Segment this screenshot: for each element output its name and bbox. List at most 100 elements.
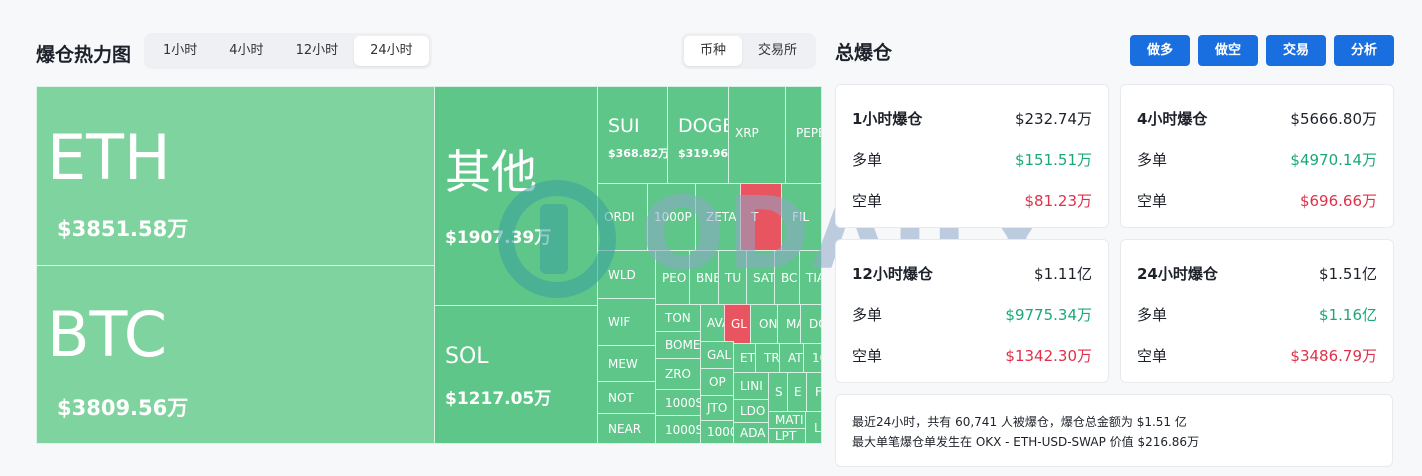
tile-gl[interactable]: GL: [724, 304, 751, 344]
tab-12h[interactable]: 12小时: [280, 36, 355, 66]
long-button[interactable]: 做多: [1130, 35, 1190, 66]
tile-mati-name: MATI: [775, 413, 804, 427]
tile-tr[interactable]: TR: [755, 343, 780, 373]
tile-eth-value: $3851.58万: [57, 217, 189, 241]
liquidation-page: 爆仓热力图 1小时 4小时 12小时 24小时 币种 交易所 ETH $3851…: [0, 0, 1422, 476]
tile-sol-name: SOL: [445, 344, 489, 369]
tile-bome-name: BOME: [665, 338, 701, 352]
tile-eth[interactable]: ETH $3851.58万: [36, 86, 435, 266]
total-liquidation-title: 总爆仓: [835, 42, 893, 64]
tile-gal[interactable]: GAL: [700, 341, 734, 369]
tile-mew[interactable]: MEW: [597, 345, 656, 382]
tile-peo-name: PEO: [662, 270, 687, 285]
tile-gal-name: GAL: [707, 348, 732, 362]
tile-1000s[interactable]: 1000S: [655, 389, 701, 416]
tile-mati[interactable]: MATI: [768, 411, 806, 429]
tile-doge[interactable]: DOGE $319.96万: [667, 86, 729, 184]
card-24h-title: 24小时爆仓: [1137, 265, 1218, 283]
summary-line-2: 最大单笔爆仓单发生在 OKX - ETH-USD-SWAP 价值 $216.86…: [852, 435, 1200, 449]
tile-et[interactable]: ET: [733, 343, 756, 373]
tab-24h[interactable]: 24小时: [354, 36, 429, 66]
tile-xrp[interactable]: XRP: [728, 86, 786, 184]
tile-s[interactable]: S: [768, 372, 788, 412]
tile-l[interactable]: L: [805, 411, 822, 444]
tile-pepe[interactable]: PEPE: [785, 86, 822, 184]
tile-bnb[interactable]: BNB: [689, 250, 719, 305]
card-1h-short-label: 空单: [852, 192, 883, 210]
tile-zro[interactable]: ZRO: [655, 358, 701, 390]
tile-other[interactable]: 其他 $1907.39万: [434, 86, 598, 306]
tile-bc-name: BC: [781, 270, 798, 285]
tile-1000[interactable]: 1000: [700, 420, 734, 444]
tile-lin-name: LINI: [740, 379, 763, 393]
tab-1h[interactable]: 1小时: [147, 36, 213, 66]
tab-4h[interactable]: 4小时: [213, 36, 279, 66]
heatmap-title: 爆仓热力图: [36, 44, 132, 66]
tile-t[interactable]: T: [740, 183, 782, 251]
tile-at[interactable]: AT: [779, 343, 804, 373]
tile-e[interactable]: E: [787, 372, 807, 412]
card-4h-total: $5666.80万: [1290, 110, 1377, 128]
group-by-switch: 币种 交易所: [681, 33, 817, 69]
tile-sol-value: $1217.05万: [445, 389, 552, 409]
tile-ada[interactable]: ADA: [733, 422, 769, 444]
tile-sat[interactable]: SAT: [746, 250, 775, 305]
card-24h-short-label: 空单: [1137, 347, 1168, 365]
tile-e-name: E: [794, 385, 802, 399]
tile-ava[interactable]: AVA: [700, 304, 725, 342]
trade-button[interactable]: 交易: [1266, 35, 1326, 66]
tile-et-name: ET: [740, 351, 755, 365]
tile-tia[interactable]: TIA: [799, 250, 822, 305]
card-24h-total: $1.51亿: [1319, 265, 1377, 283]
tile-ma[interactable]: MA: [777, 304, 801, 344]
tile-op[interactable]: OP: [700, 368, 734, 396]
tile-sui[interactable]: SUI $368.82万: [597, 86, 668, 184]
tab-coin[interactable]: 币种: [684, 36, 743, 66]
tile-wld[interactable]: WLD: [597, 250, 656, 299]
tile-wif[interactable]: WIF: [597, 298, 656, 346]
card-12h-short-label: 空单: [852, 347, 883, 365]
tile-pepe-name: PEPE: [796, 126, 821, 140]
tile-1000s-b[interactable]: 1000S: [655, 415, 701, 444]
tile-ldo[interactable]: LDO: [733, 399, 769, 423]
tile-at-name: AT: [788, 351, 803, 365]
tile-btc[interactable]: BTC $3809.56万: [36, 265, 435, 444]
tile-1000p[interactable]: 1000P: [647, 183, 696, 251]
tile-not[interactable]: NOT: [597, 381, 656, 414]
tile-ton[interactable]: TON: [655, 304, 701, 332]
tile-f[interactable]: F: [806, 372, 822, 412]
tile-ordi[interactable]: ORDI: [597, 183, 648, 251]
tile-1000s-name: 1000S: [665, 395, 701, 410]
card-12h-total: $1.11亿: [1034, 265, 1092, 283]
tile-tia-name: TIA: [806, 270, 821, 285]
short-button[interactable]: 做空: [1198, 35, 1258, 66]
tile-do[interactable]: DO: [800, 304, 822, 344]
tile-sol[interactable]: SOL $1217.05万: [434, 305, 598, 444]
summary-line-1: 最近24小时，共有 60,741 人被爆仓，爆仓总金额为 $1.51 亿: [852, 415, 1187, 429]
tile-tu-name: TU: [725, 270, 742, 285]
tile-jto[interactable]: JTO: [700, 395, 734, 421]
tile-wld-name: WLD: [608, 267, 636, 282]
tile-fil[interactable]: FIL: [781, 183, 822, 251]
card-1h-title: 1小时爆仓: [852, 110, 923, 128]
tile-lpt[interactable]: LPT: [768, 428, 806, 444]
card-4h-long-label: 多单: [1137, 151, 1168, 169]
tile-ada-name: ADA: [740, 426, 766, 440]
tile-tu[interactable]: TU: [718, 250, 747, 305]
tile-mew-name: MEW: [608, 356, 638, 371]
tile-bome[interactable]: BOME: [655, 331, 701, 359]
tile-peo[interactable]: PEO: [655, 250, 690, 305]
card-24h-long: $1.16亿: [1319, 306, 1377, 324]
tile-bc[interactable]: BC: [774, 250, 800, 305]
tile-on[interactable]: ON: [750, 304, 778, 344]
tile-zro-name: ZRO: [665, 367, 692, 381]
tab-exchange[interactable]: 交易所: [742, 36, 813, 66]
tile-lin[interactable]: LINI: [733, 372, 769, 400]
tile-near[interactable]: NEAR: [597, 413, 656, 444]
tile-zeta[interactable]: ZETA: [695, 183, 741, 251]
tile-ma-name: MA: [786, 317, 800, 331]
analysis-button[interactable]: 分析: [1334, 35, 1394, 66]
tile-gl-name: GL: [731, 317, 747, 331]
tile-10[interactable]: 10: [803, 343, 822, 373]
liquidation-treemap: ETH $3851.58万 BTC $3809.56万 其他 $1907.39万…: [36, 86, 822, 444]
